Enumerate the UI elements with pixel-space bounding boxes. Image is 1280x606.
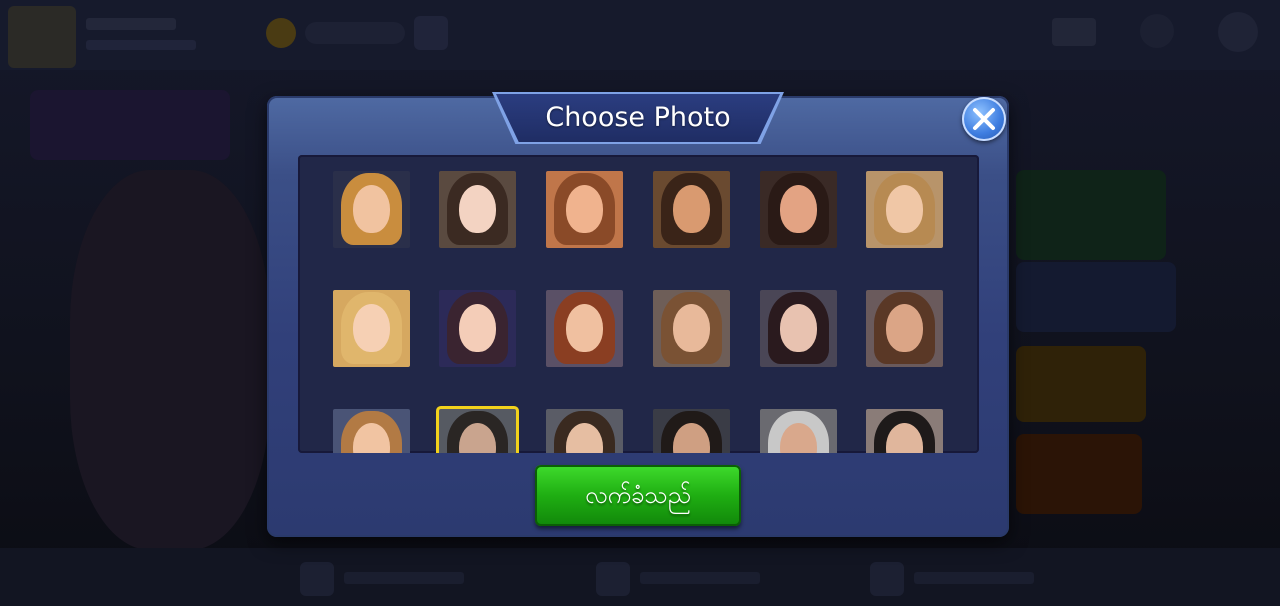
avatar-face [673,304,710,352]
gear-icon [1218,12,1258,52]
avatar-face [353,304,390,352]
lobby-nav-label-placeholder [914,572,1034,584]
lobby-user-avatar [8,6,76,68]
lobby-game-card [1016,346,1146,422]
avatar-04[interactable] [653,171,730,248]
coin-icon [266,18,296,48]
avatar-face [673,185,710,233]
add-coins-icon [414,16,448,50]
avatar-face [780,185,817,233]
avatar-13[interactable] [333,409,410,453]
accept-button[interactable]: လက်ခံသည် [535,465,741,526]
avatar-face [566,304,603,352]
lobby-user-name-placeholder [86,18,176,30]
lobby-game-card [1016,170,1166,260]
close-icon [973,108,995,130]
avatar-11[interactable] [760,290,837,367]
lobby-nav-label-placeholder [640,572,760,584]
lobby-game-card [1016,434,1142,514]
close-button[interactable] [962,97,1006,141]
avatar-grid[interactable] [298,155,979,453]
avatar-face [566,185,603,233]
avatar-face [886,185,923,233]
avatar-14[interactable] [439,409,516,453]
lobby-character-art [70,170,270,550]
avatar-16[interactable] [653,409,730,453]
lobby-game-card [1016,262,1176,332]
lobby-nav-icon [300,562,334,596]
avatar-18[interactable] [866,409,943,453]
avatar-08[interactable] [439,290,516,367]
avatar-12[interactable] [866,290,943,367]
lobby-coin-balance [305,22,405,44]
lobby-promo-banner [30,90,230,160]
avatar-02[interactable] [439,171,516,248]
avatar-face [886,304,923,352]
avatar-01[interactable] [333,171,410,248]
avatar-10[interactable] [653,290,730,367]
dialog-title: Choose Photo [545,102,731,133]
avatar-face [780,304,817,352]
avatar-07[interactable] [333,290,410,367]
avatar-05[interactable] [760,171,837,248]
share-icon [1140,14,1174,48]
lobby-nav-icon [596,562,630,596]
lobby-nav-label-placeholder [344,572,464,584]
avatar-09[interactable] [546,290,623,367]
avatar-face [459,304,496,352]
lobby-nav-icon [870,562,904,596]
lobby-user-id-placeholder [86,40,196,50]
avatar-06[interactable] [866,171,943,248]
mail-icon [1052,18,1096,46]
avatar-03[interactable] [546,171,623,248]
avatar-17[interactable] [760,409,837,453]
avatar-15[interactable] [546,409,623,453]
avatar-face [459,185,496,233]
avatar-face [353,185,390,233]
